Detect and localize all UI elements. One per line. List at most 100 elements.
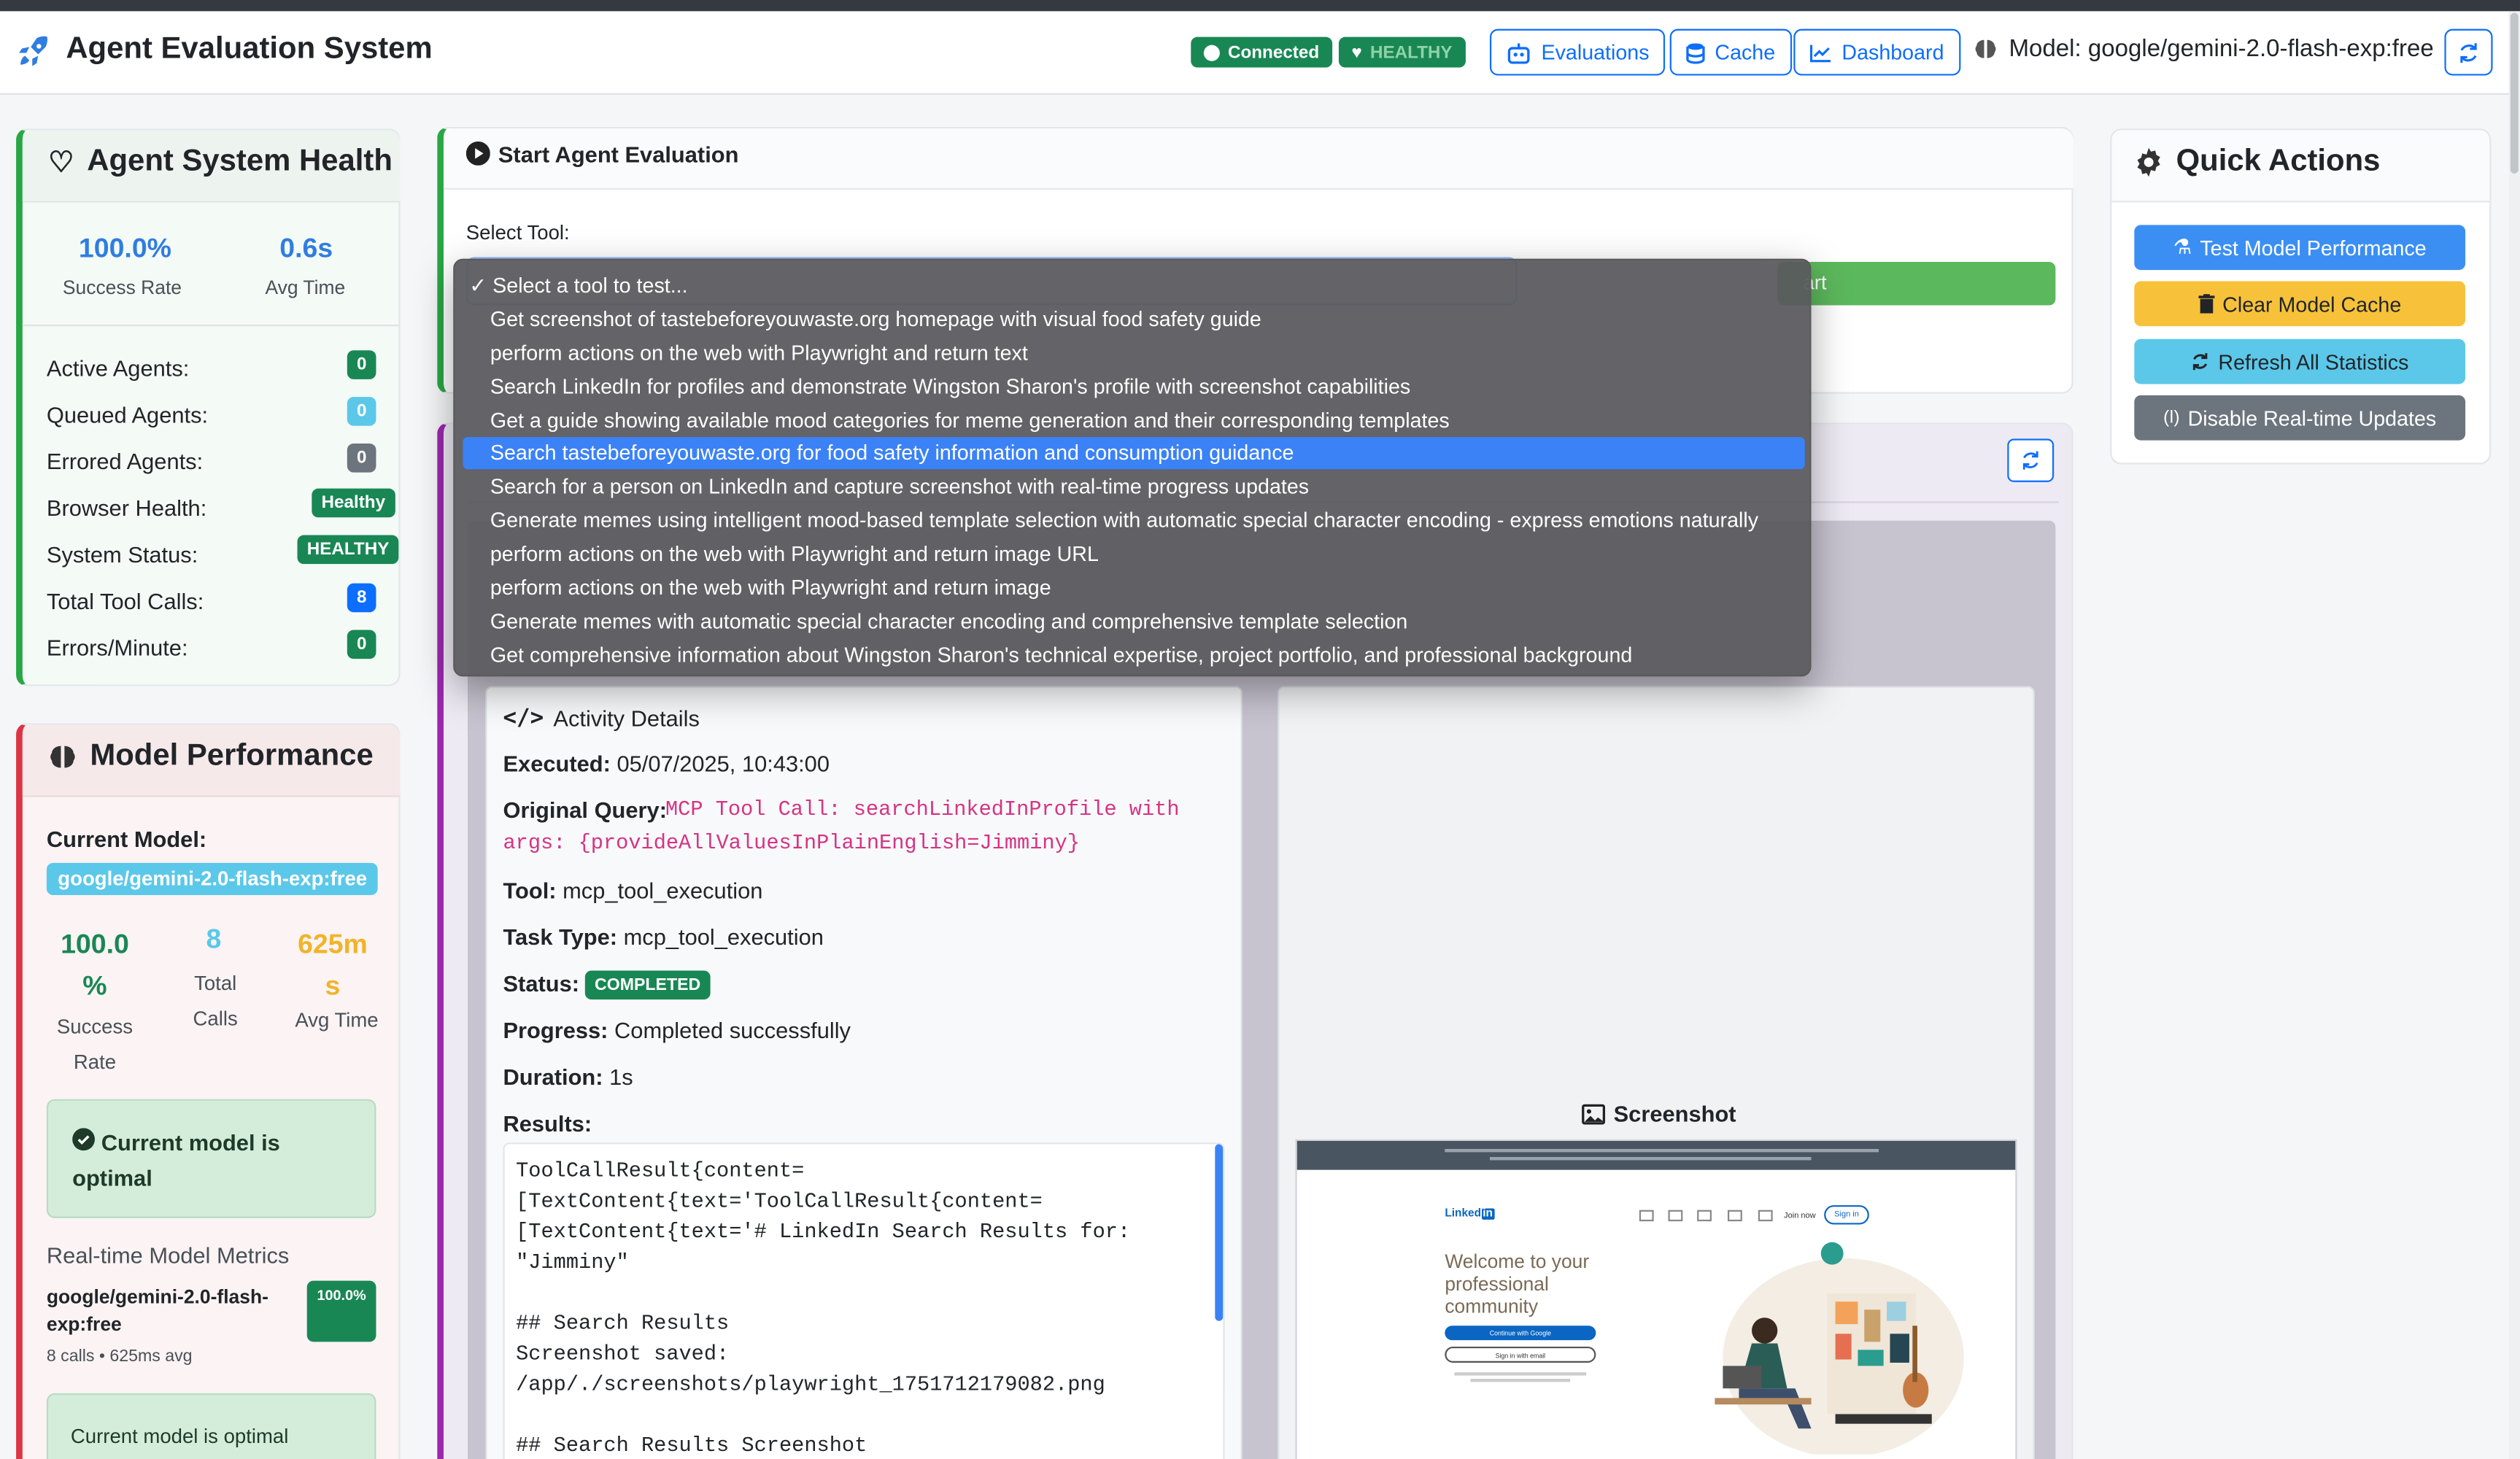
query-label: Original Query: — [503, 797, 667, 823]
quick-actions-title: Quick Actions — [2176, 144, 2381, 179]
heart-pulse-icon: ♥ — [1351, 42, 1362, 62]
duration-field: Duration: 1s — [503, 1064, 633, 1089]
results-code-block[interactable]: ToolCallResult{content= [TextContent{text… — [503, 1142, 1225, 1459]
status-label: Status: — [503, 970, 580, 996]
results-code-line: [TextContent{text='# LinkedIn Search Res… — [516, 1219, 1131, 1244]
model-avg-label: Avg Time — [295, 1009, 379, 1032]
success-rate-value: 100.0% — [78, 233, 171, 264]
health-label: HEALTHY — [1369, 42, 1453, 62]
optimal-text-2: Current model is optimal — [70, 1425, 289, 1448]
browser-health-badge: Healthy — [312, 488, 395, 518]
agent-health-card: ♡ Agent System Health 100.0% Success Rat… — [16, 128, 401, 686]
dashboard-button[interactable]: Dashboard — [1793, 28, 1960, 76]
dashboard-label: Dashboard — [1841, 40, 1944, 65]
tool-label: Tool: — [503, 877, 557, 903]
database-icon — [1686, 42, 1705, 63]
model-calls-label: Total Calls — [193, 972, 238, 1030]
system-status-label: System Status: — [46, 541, 198, 568]
health-badge: ♥ HEALTHY — [1338, 36, 1466, 68]
results-label-field: Results: — [503, 1110, 592, 1136]
errored-agents-badge: 0 — [347, 443, 376, 473]
image-icon — [1582, 1103, 1606, 1124]
query-line-1: MCP Tool Call: searchLinkedInProfile wit… — [665, 797, 1180, 821]
app-header: Agent Evaluation System Connected ♥ HEAL… — [0, 11, 2520, 95]
evaluations-label: Evaluations — [1541, 40, 1650, 65]
cache-button[interactable]: Cache — [1669, 28, 1792, 76]
gear-icon — [2137, 147, 2160, 177]
join-now-link: Join now — [1784, 1211, 1816, 1222]
dropdown-option[interactable]: Get a guide showing available mood categ… — [490, 409, 1450, 433]
screenshot-title: Screenshot — [1613, 1100, 1736, 1127]
test-model-label: Test Model Performance — [2200, 235, 2427, 260]
duration-value: 1s — [609, 1064, 633, 1090]
dropdown-option[interactable]: Generate memes using intelligent mood-ba… — [490, 508, 1758, 532]
model-calls-value: 8 — [206, 924, 222, 955]
task-type-label: Task Type: — [503, 924, 618, 950]
connection-badge: Connected — [1191, 36, 1332, 68]
screenshot-panel: Screenshot Linked in Join now Sign in Wel… — [1278, 686, 2035, 1459]
dropdown-option[interactable]: Get screenshot of tastebeforeyouwaste.or… — [490, 307, 1261, 331]
results-code-line: "Jimminy" — [516, 1250, 629, 1274]
page-scrollbar-thumb[interactable] — [2510, 12, 2519, 174]
dropdown-option-highlighted[interactable]: Search tastebeforeyouwaste.org for food … — [490, 441, 1294, 465]
screenshot-image[interactable]: Linked in Join now Sign in Welcome to you… — [1295, 1139, 2017, 1459]
progress-label: Progress: — [503, 1017, 608, 1043]
results-code-line: ## Search Results — [516, 1311, 730, 1336]
circle-icon — [1203, 44, 1220, 61]
total-tool-calls-badge: 8 — [347, 583, 376, 613]
results-code-line: Screenshot saved: — [516, 1342, 730, 1366]
system-status-badge: HEALTHY — [297, 535, 399, 565]
results-code-line: ## Search Results Screenshot — [516, 1433, 867, 1458]
dropdown-option[interactable]: perform actions on the web with Playwrig… — [490, 576, 1051, 600]
refresh-icon — [2460, 42, 2477, 63]
tool-field: Tool: mcp_tool_execution — [503, 878, 762, 903]
agent-health-title-row: ♡ Agent System Health — [48, 144, 393, 179]
realtime-model: google/gemini-2.0-flash-exp:free — [46, 1285, 268, 1336]
test-model-button[interactable]: ⚗ Test Model Performance — [2134, 225, 2466, 271]
dropdown-option[interactable]: Get comprehensive information about Wing… — [490, 643, 1632, 667]
current-model-badge: google/gemini-2.0-flash-exp:free — [46, 862, 379, 895]
avg-time-value: 0.6s — [279, 233, 333, 264]
dropdown-option[interactable]: Search LinkedIn for profiles and demonst… — [490, 374, 1410, 398]
refresh-button[interactable] — [2444, 28, 2493, 76]
results-code-line — [516, 1400, 1130, 1431]
dropdown-option[interactable]: perform actions on the web with Playwrig… — [490, 541, 1099, 565]
play-circle-icon — [465, 141, 490, 166]
page-scrollbar[interactable] — [2508, 11, 2520, 1459]
results-code-line: [TextContent{text='ToolCallResult{conten… — [516, 1189, 1043, 1214]
disable-realtime-button[interactable]: (ǀ) Disable Real-time Updates — [2134, 395, 2466, 441]
refresh-stats-button[interactable]: Refresh All Statistics — [2134, 338, 2466, 384]
evaluations-button[interactable]: Evaluations — [1489, 28, 1666, 76]
clear-cache-button[interactable]: Clear Model Cache — [2134, 281, 2466, 327]
errored-agents-label: Errored Agents: — [46, 448, 204, 474]
start-evaluation-button[interactable]: art — [1777, 262, 2056, 306]
dropdown-option[interactable]: perform actions on the web with Playwrig… — [490, 341, 1028, 365]
queued-agents-label: Queued Agents: — [46, 401, 209, 427]
task-type-field: Task Type: mcp_tool_execution — [503, 924, 823, 950]
executed-value: 05/07/2025, 10:43:00 — [617, 750, 830, 776]
errors-minute-badge: 0 — [347, 630, 376, 659]
progress-value: Completed successfully — [614, 1017, 851, 1043]
activity-refresh-button[interactable] — [2007, 438, 2055, 482]
dropdown-option-placeholder[interactable]: ✓ Select a tool to test... — [469, 273, 687, 298]
screenshot-title-row: Screenshot — [1582, 1101, 1736, 1126]
chart-line-icon — [1810, 44, 1831, 62]
model-performance-card: Model Performance Current Model: google/… — [16, 723, 401, 1459]
linkedin-logo-text: Linked — [1445, 1208, 1482, 1220]
task-type-value: mcp_tool_execution — [623, 924, 824, 950]
results-label: Results: — [503, 1110, 592, 1137]
dropdown-option[interactable]: Generate memes with automatic special ch… — [490, 609, 1407, 633]
model-success-label: Success Rate — [56, 1015, 134, 1074]
total-tool-calls-label: Total Tool Calls: — [46, 588, 204, 614]
sync-icon — [2193, 353, 2208, 371]
linkedin-logo: Linked in — [1445, 1208, 1495, 1220]
dropdown-option[interactable]: Search for a person on LinkedIn and capt… — [490, 474, 1309, 498]
active-agents-badge: 0 — [347, 350, 376, 379]
linkedin-illustration — [1715, 1242, 1964, 1455]
errors-minute-label: Errors/Minute: — [46, 635, 188, 661]
activity-details-panel: </> Activity Details Executed: 05/07/202… — [485, 686, 1242, 1459]
tool-select-dropdown[interactable]: ✓ Select a tool to test... Get screensho… — [453, 258, 1812, 677]
browser-health-label: Browser Health: — [46, 495, 207, 521]
results-scrollbar[interactable] — [1215, 1144, 1224, 1321]
connection-label: Connected — [1227, 42, 1320, 62]
